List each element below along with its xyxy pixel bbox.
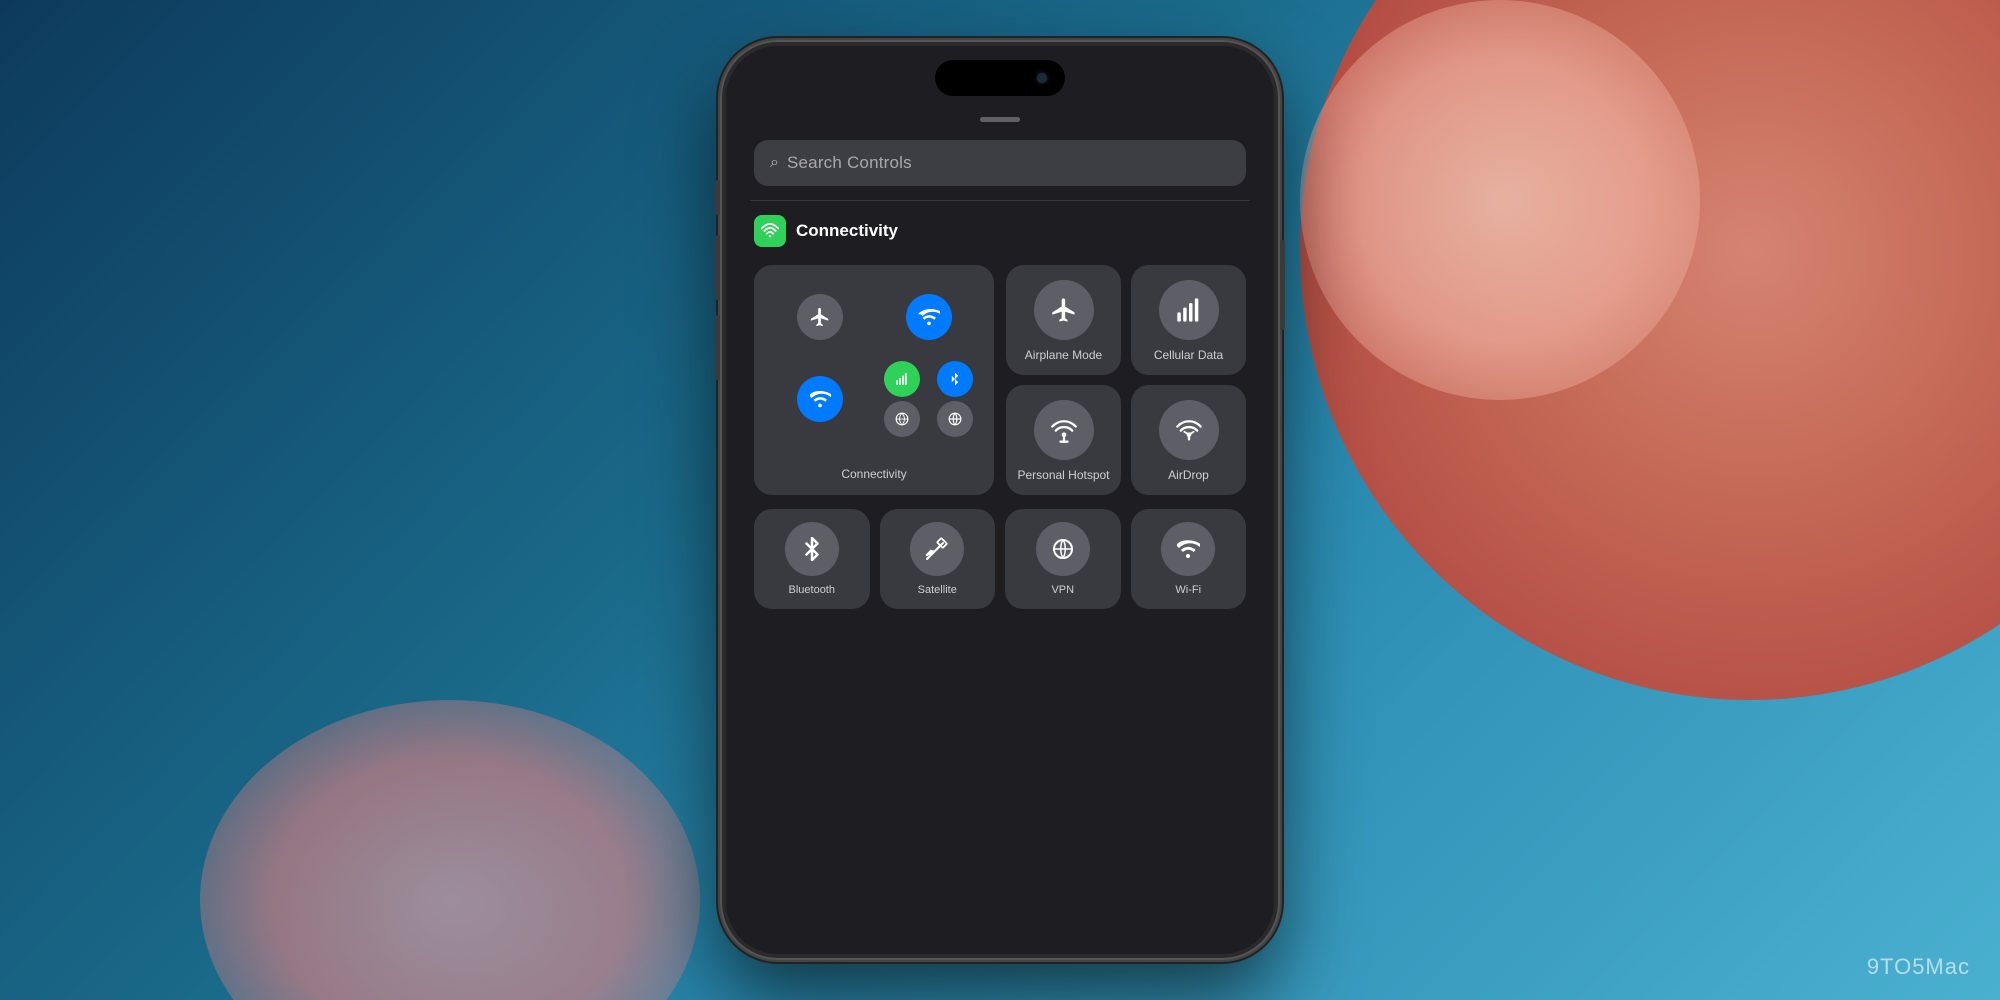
connectivity-section-header: Connectivity — [754, 215, 1246, 247]
vpn-tile[interactable]: VPN — [1005, 509, 1121, 609]
volume-down-button[interactable] — [715, 315, 720, 380]
airplane-mode-tile[interactable]: Airplane Mode — [1006, 265, 1121, 375]
wifi-label: Wi-Fi — [1175, 584, 1201, 596]
personal-hotspot-icon — [1034, 400, 1094, 460]
airdrop-label: AirDrop — [1168, 468, 1209, 484]
mini-cellular-bt-group — [877, 361, 980, 437]
bluetooth-icon — [785, 522, 839, 576]
main-controls-row: Connectivity Airplane — [754, 265, 1246, 495]
wifi-icon — [1161, 522, 1215, 576]
airdrop-icon — [1159, 400, 1219, 460]
bottom-controls-row: Bluetooth — [754, 509, 1246, 609]
mini-airplane-cell[interactable] — [768, 279, 871, 355]
search-placeholder: Search Controls — [787, 153, 912, 173]
wifi-tile[interactable]: Wi-Fi — [1131, 509, 1247, 609]
cellular-data-icon — [1159, 280, 1219, 340]
divider — [750, 200, 1250, 201]
mini-wifi-hotspot-btn[interactable] — [906, 294, 952, 340]
airplane-mode-icon — [1034, 280, 1094, 340]
dynamic-island — [935, 60, 1065, 96]
satellite-icon — [910, 522, 964, 576]
connectivity-tile-label: Connectivity — [768, 467, 980, 481]
mute-switch[interactable] — [715, 180, 720, 215]
control-center: ⌕ Search Controls — [726, 111, 1274, 954]
mini-wifi-cell[interactable] — [768, 361, 871, 437]
vpn-label: VPN — [1051, 584, 1074, 596]
phone-screen: ⌕ Search Controls — [726, 46, 1274, 954]
power-button[interactable] — [1280, 240, 1285, 330]
mini-vpn-btn[interactable] — [884, 401, 920, 437]
bluetooth-tile[interactable]: Bluetooth — [754, 509, 870, 609]
airplane-mode-label: Airplane Mode — [1025, 348, 1102, 364]
right-controls-grid: Airplane Mode — [1006, 265, 1246, 495]
mini-bluetooth-btn[interactable] — [937, 361, 973, 397]
bluetooth-label: Bluetooth — [789, 584, 835, 596]
satellite-label: Satellite — [918, 584, 957, 596]
phone-screen-area: ⌕ Search Controls — [726, 46, 1274, 954]
watermark-text: 9TO5Mac — [1867, 954, 1970, 979]
phone-chassis: ⌕ Search Controls — [720, 40, 1280, 960]
search-controls-bar[interactable]: ⌕ Search Controls — [754, 140, 1246, 186]
mini-cellular-btn[interactable] — [884, 361, 920, 397]
mini-wifi-btn[interactable] — [797, 376, 843, 422]
phone-device: ⌕ Search Controls — [720, 40, 1280, 960]
airdrop-tile[interactable]: AirDrop — [1131, 385, 1246, 495]
connectivity-tile[interactable]: Connectivity — [754, 265, 994, 495]
cellular-data-label: Cellular Data — [1154, 348, 1223, 364]
volume-up-button[interactable] — [715, 235, 720, 300]
mini-airplane-btn[interactable] — [797, 294, 843, 340]
connectivity-mini-grid — [768, 279, 980, 437]
mini-globe-btn[interactable] — [937, 401, 973, 437]
search-icon: ⌕ — [770, 154, 779, 172]
connectivity-section-title: Connectivity — [796, 221, 898, 241]
drag-handle — [980, 117, 1020, 122]
watermark: 9TO5Mac — [1867, 954, 1970, 980]
connectivity-section-icon — [754, 215, 786, 247]
vpn-icon — [1036, 522, 1090, 576]
personal-hotspot-label: Personal Hotspot — [1017, 468, 1109, 484]
personal-hotspot-tile[interactable]: Personal Hotspot — [1006, 385, 1121, 495]
bg-light-pink — [1300, 0, 1700, 400]
mini-wifi-hotspot-cell[interactable] — [877, 279, 980, 355]
cellular-data-tile[interactable]: Cellular Data — [1131, 265, 1246, 375]
satellite-tile[interactable]: Satellite — [880, 509, 996, 609]
